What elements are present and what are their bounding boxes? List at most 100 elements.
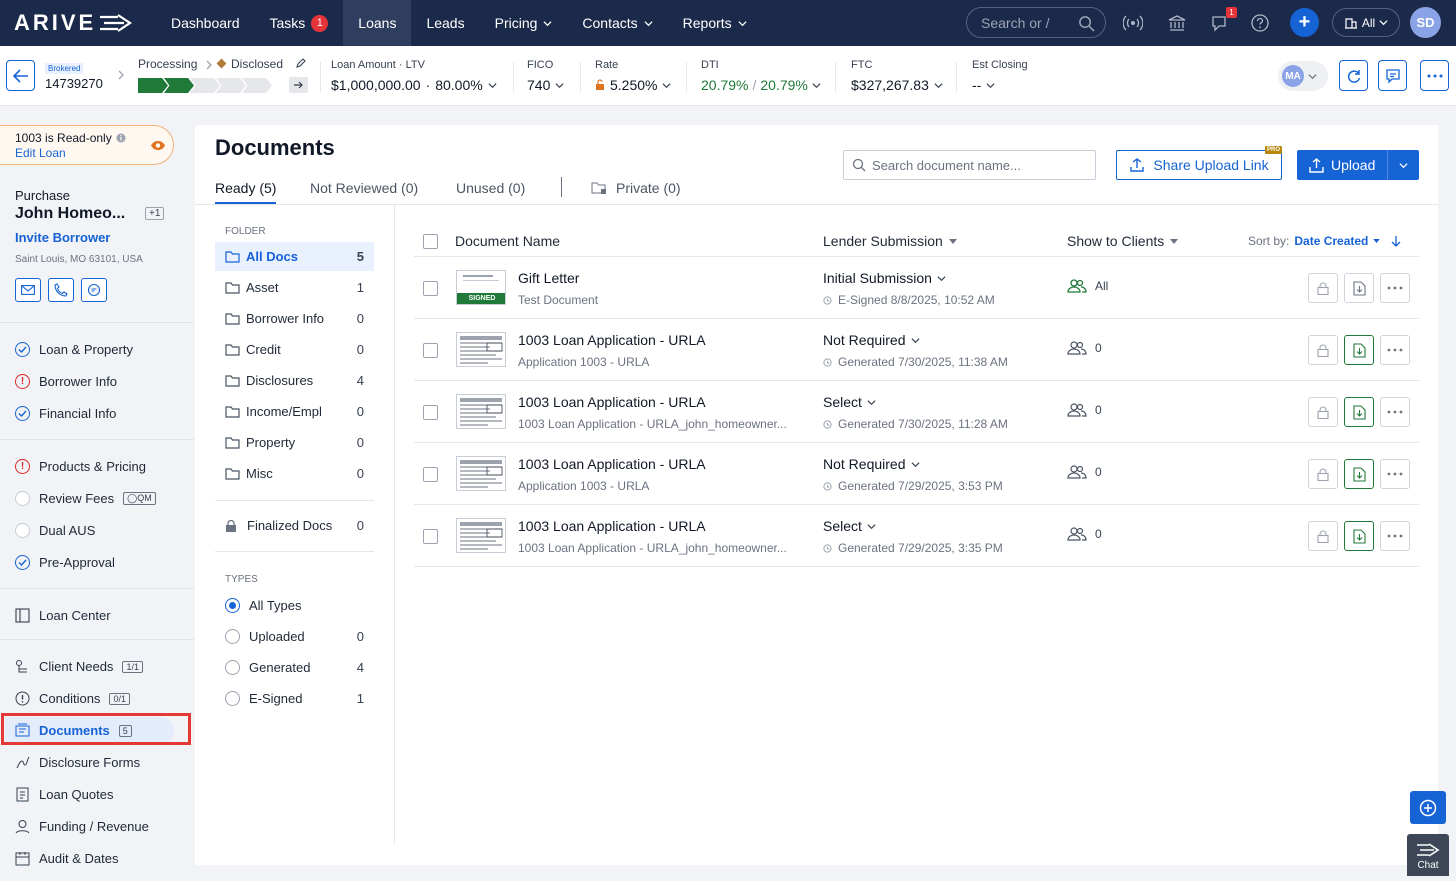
sort-control[interactable]: Sort by: Date Created xyxy=(1248,234,1401,248)
message-button[interactable] xyxy=(81,278,107,302)
nav-leads[interactable]: Leads xyxy=(411,0,479,46)
nav-reports[interactable]: Reports xyxy=(668,0,762,46)
show-to-clients-toggle[interactable]: 0 xyxy=(1067,465,1102,479)
edit-loan-link[interactable]: Edit Loan xyxy=(15,146,66,160)
sidebar-item-loan-center[interactable]: Loan Center xyxy=(15,608,111,623)
lender-submission-select[interactable]: Initial Submission xyxy=(823,270,946,286)
radio-button[interactable] xyxy=(225,629,240,644)
row-more-button[interactable] xyxy=(1380,521,1410,551)
invite-borrower-link[interactable]: Invite Borrower xyxy=(15,230,110,245)
select-all-checkbox[interactable] xyxy=(423,234,438,249)
folder-finalized-docs[interactable]: Finalized Docs 0 xyxy=(215,511,374,540)
show-to-clients-toggle[interactable]: 0 xyxy=(1067,527,1102,541)
chat-button[interactable]: Chat xyxy=(1407,834,1449,876)
document-row[interactable]: SIGNED Gift Letter Test Document Initial Su… xyxy=(414,257,1419,319)
download-button[interactable] xyxy=(1344,459,1374,489)
create-new-button[interactable]: + xyxy=(1290,8,1319,37)
sidebar-item-review-fees[interactable]: Review Fees ◯QM xyxy=(15,491,156,506)
tab-ready[interactable]: Ready (5) xyxy=(215,180,277,204)
sidebar-item-pre-approval[interactable]: Pre-Approval xyxy=(15,555,115,570)
upload-options-dropdown[interactable] xyxy=(1388,161,1419,170)
sidebar-item-client-needs[interactable]: Client Needs 1/1 xyxy=(15,659,143,674)
assignee-select[interactable]: MA xyxy=(1278,61,1328,91)
lock-button[interactable] xyxy=(1308,521,1338,551)
sidebar-item-conditions[interactable]: Conditions 0/1 xyxy=(15,691,130,706)
folder-item[interactable]: All Docs 5 xyxy=(215,242,374,271)
upload-button[interactable]: Upload xyxy=(1297,150,1419,180)
folder-item[interactable]: Income/Empl 0 xyxy=(215,397,374,426)
row-more-button[interactable] xyxy=(1380,397,1410,427)
email-button[interactable] xyxy=(15,278,41,302)
show-to-clients-toggle[interactable]: 0 xyxy=(1067,341,1102,355)
document-name[interactable]: 1003 Loan Application - URLA xyxy=(518,394,706,410)
lock-button[interactable] xyxy=(1308,273,1338,303)
sidebar-item-financial-info[interactable]: Financial Info xyxy=(15,406,116,421)
document-row[interactable]: 1003 Loan Application - URLA 1003 Loan Ap… xyxy=(414,381,1419,443)
lender-submission-select[interactable]: Select xyxy=(823,394,876,410)
dti-value[interactable]: 20.79%/20.79% xyxy=(701,77,821,93)
type-filter-option[interactable]: E-Signed 1 xyxy=(215,684,374,713)
column-show-to-clients[interactable]: Show to Clients xyxy=(1067,233,1179,249)
nav-loans[interactable]: Loans xyxy=(343,0,412,46)
borrower-name[interactable]: John Homeo... xyxy=(15,205,125,223)
sidebar-item-products-pricing[interactable]: ! Products & Pricing xyxy=(15,459,146,474)
advance-status-button[interactable] xyxy=(289,77,308,93)
eye-icon[interactable] xyxy=(150,140,166,151)
sidebar-item-disclosure-forms[interactable]: Disclosure Forms xyxy=(15,755,140,770)
quick-add-button[interactable] xyxy=(1410,791,1446,824)
more-options-button[interactable] xyxy=(1420,60,1449,91)
est-closing-value[interactable]: -- xyxy=(972,77,995,93)
co-borrower-count[interactable]: +1 xyxy=(145,207,165,220)
user-avatar[interactable]: SD xyxy=(1410,7,1441,38)
row-more-button[interactable] xyxy=(1380,273,1410,303)
download-button[interactable] xyxy=(1344,397,1374,427)
document-search-input[interactable]: Search document name... xyxy=(843,150,1096,180)
sidebar-item-funding-revenue[interactable]: Funding / Revenue xyxy=(15,819,149,834)
folder-item[interactable]: Disclosures 4 xyxy=(215,366,374,395)
bank-icon[interactable] xyxy=(1166,12,1188,34)
lender-submission-select[interactable]: Not Required xyxy=(823,332,920,348)
download-button[interactable] xyxy=(1344,521,1374,551)
row-checkbox[interactable] xyxy=(423,467,438,482)
fico-value[interactable]: 740 xyxy=(527,77,564,93)
type-filter-option[interactable]: Generated 4 xyxy=(215,653,374,682)
global-search-input[interactable]: Search or / xyxy=(966,7,1106,38)
loan-amount-value[interactable]: $1,000,000.00 · 80.00% xyxy=(331,77,497,93)
lender-submission-select[interactable]: Not Required xyxy=(823,456,920,472)
refresh-button[interactable] xyxy=(1339,60,1368,91)
type-filter-option[interactable]: All Types xyxy=(215,591,374,620)
edit-pencil-icon[interactable] xyxy=(296,58,306,68)
row-checkbox[interactable] xyxy=(423,343,438,358)
document-thumbnail[interactable]: SIGNED xyxy=(456,270,506,305)
row-checkbox[interactable] xyxy=(423,281,438,296)
nav-tasks[interactable]: Tasks 1 xyxy=(255,0,344,46)
row-checkbox[interactable] xyxy=(423,529,438,544)
sort-descending-icon[interactable] xyxy=(1391,235,1401,247)
lock-button[interactable] xyxy=(1308,459,1338,489)
show-to-clients-toggle[interactable]: 0 xyxy=(1067,403,1102,417)
tab-private[interactable]: Private (0) xyxy=(591,180,681,196)
help-icon[interactable] xyxy=(1249,12,1271,34)
document-name[interactable]: Gift Letter xyxy=(518,270,579,286)
document-thumbnail[interactable] xyxy=(456,394,506,429)
show-to-clients-toggle[interactable]: All xyxy=(1067,279,1108,293)
arive-logo[interactable]: ARIVE xyxy=(0,0,156,46)
sidebar-item-loan-property[interactable]: Loan & Property xyxy=(15,342,133,357)
nav-contacts[interactable]: Contacts xyxy=(567,0,667,46)
status-to[interactable]: Disclosed xyxy=(231,57,283,71)
row-more-button[interactable] xyxy=(1380,335,1410,365)
document-thumbnail[interactable] xyxy=(456,456,506,491)
folder-item[interactable]: Asset 1 xyxy=(215,273,374,302)
comments-button[interactable] xyxy=(1378,60,1407,91)
document-row[interactable]: 1003 Loan Application - URLA 1003 Loan Ap… xyxy=(414,505,1419,567)
sidebar-item-audit-dates[interactable]: Audit & Dates xyxy=(15,851,119,866)
lock-button[interactable] xyxy=(1308,335,1338,365)
tab-not-reviewed[interactable]: Not Reviewed (0) xyxy=(310,180,418,196)
share-upload-link-button[interactable]: Share Upload Link xyxy=(1116,150,1282,180)
folder-item[interactable]: Misc 0 xyxy=(215,459,374,488)
document-name[interactable]: 1003 Loan Application - URLA xyxy=(518,518,706,534)
type-filter-option[interactable]: Uploaded 0 xyxy=(215,622,374,651)
document-name[interactable]: 1003 Loan Application - URLA xyxy=(518,456,706,472)
tab-unused[interactable]: Unused (0) xyxy=(456,180,525,196)
folder-item[interactable]: Borrower Info 0 xyxy=(215,304,374,333)
